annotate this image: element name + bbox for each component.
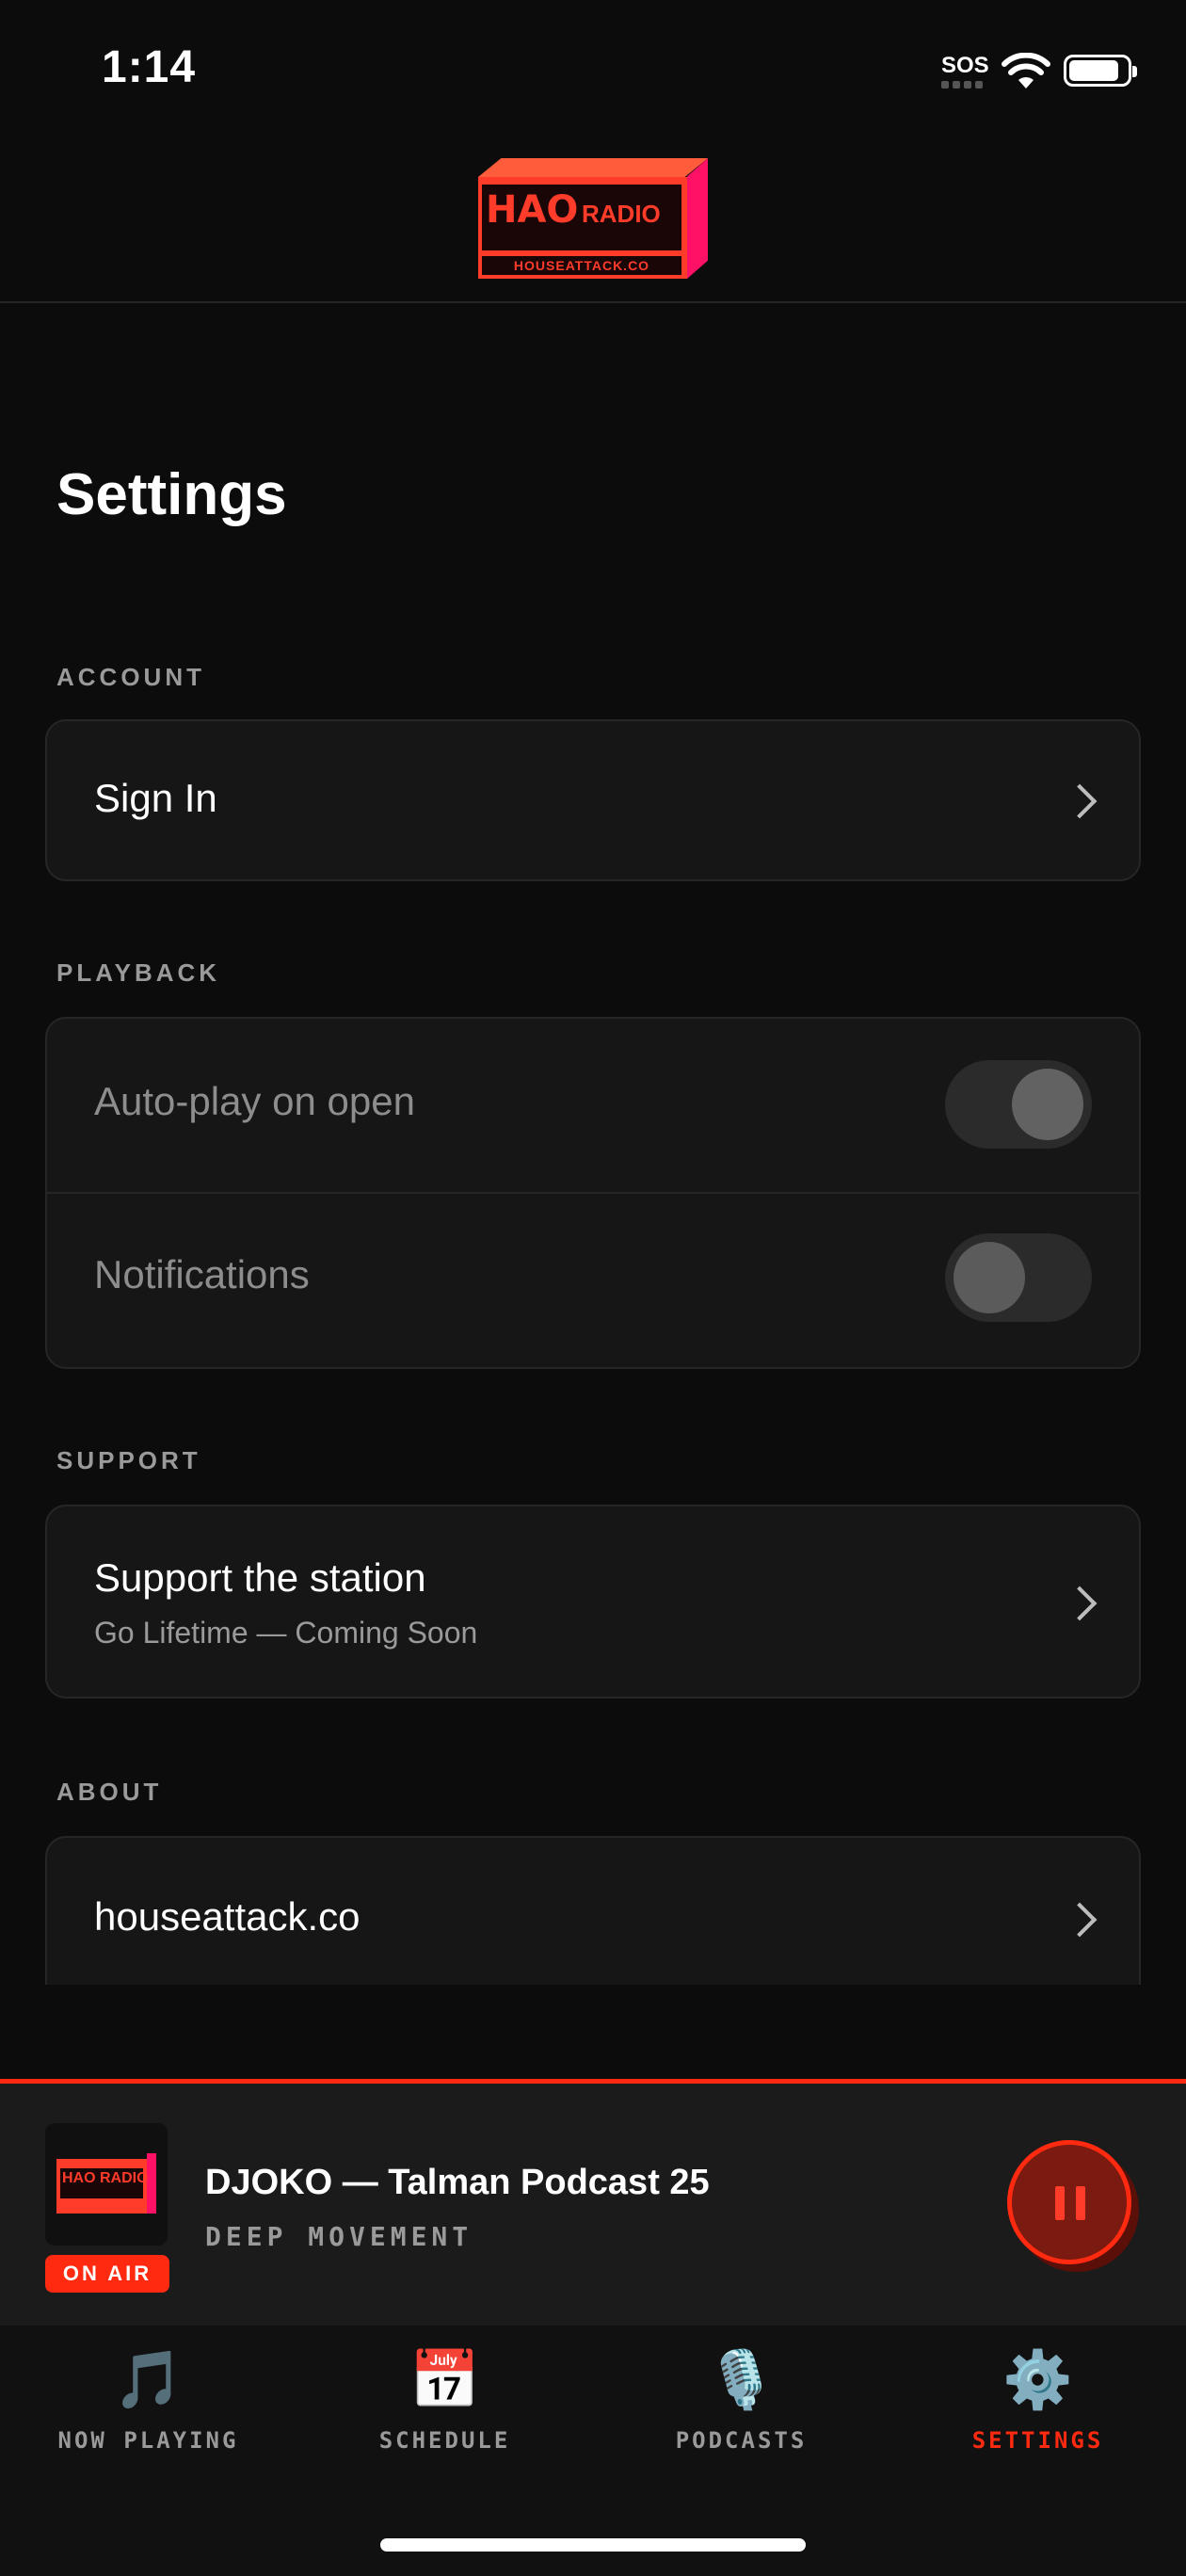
chevron-right-icon bbox=[1062, 1902, 1098, 1938]
website-row[interactable]: houseattack.co bbox=[47, 1838, 1139, 1985]
mini-player[interactable]: HAO RADIO ON AIR DJOKO — Talman Podcast … bbox=[0, 2079, 1186, 2326]
sos-indicator: SOS bbox=[941, 53, 989, 78]
playback-card: Auto-play on open Notifications bbox=[45, 1017, 1141, 1369]
support-title: Support the station bbox=[94, 1555, 426, 1600]
music-notes-icon: 🎵 bbox=[113, 2348, 184, 2411]
autoplay-row: Auto-play on open bbox=[47, 1019, 1139, 1192]
tab-label: SETTINGS bbox=[971, 2427, 1104, 2454]
artwork-logo-text: HAO RADIO bbox=[62, 2170, 149, 2186]
notifications-toggle[interactable] bbox=[945, 1233, 1092, 1322]
support-subtitle: Go Lifetime — Coming Soon bbox=[94, 1616, 478, 1650]
logo-radio-text: RADIO bbox=[582, 200, 661, 228]
tab-now-playing[interactable]: 🎵 NOW PLAYING bbox=[0, 2344, 296, 2486]
tab-schedule[interactable]: 📅 SCHEDULE bbox=[296, 2344, 593, 2486]
tab-settings[interactable]: ⚙️ SETTINGS bbox=[890, 2344, 1186, 2486]
on-air-badge: ON AIR bbox=[45, 2255, 169, 2293]
hao-radio-logo: HAO RADIO HOUSEATTACK.CO bbox=[478, 158, 708, 279]
chevron-right-icon bbox=[1062, 1586, 1098, 1621]
logo-sub-text: HOUSEATTACK.CO bbox=[482, 256, 681, 275]
chevron-right-icon bbox=[1062, 783, 1098, 819]
track-title: DJOKO — Talman Podcast 25 bbox=[205, 2163, 710, 2202]
wifi-icon bbox=[1002, 53, 1050, 89]
page-title: Settings bbox=[56, 462, 287, 527]
battery-icon bbox=[1064, 55, 1137, 87]
autoplay-label: Auto-play on open bbox=[94, 1079, 415, 1123]
pause-button[interactable] bbox=[1007, 2140, 1131, 2264]
logo-main-text: HAO bbox=[486, 188, 579, 232]
support-card: Support the station Go Lifetime — Coming… bbox=[45, 1505, 1141, 1699]
pause-icon bbox=[1055, 2186, 1065, 2220]
section-label-support: SUPPORT bbox=[56, 1446, 201, 1474]
autoplay-toggle[interactable] bbox=[945, 1060, 1092, 1149]
about-card: houseattack.co bbox=[45, 1836, 1141, 1985]
station-artwork: HAO RADIO bbox=[45, 2123, 168, 2246]
app-header: HAO RADIO HOUSEATTACK.CO bbox=[0, 141, 1186, 303]
status-bar: 1:14 SOS bbox=[0, 0, 1186, 141]
signal-dots-icon bbox=[941, 81, 983, 89]
home-indicator bbox=[380, 2538, 806, 2552]
sign-in-label: Sign In bbox=[94, 776, 217, 820]
tab-podcasts[interactable]: 🎙️ PODCASTS bbox=[593, 2344, 890, 2486]
gear-icon: ⚙️ bbox=[1002, 2348, 1073, 2411]
notifications-row: Notifications bbox=[47, 1192, 1139, 1367]
tab-label: PODCASTS bbox=[675, 2427, 808, 2454]
sign-in-row[interactable]: Sign In bbox=[47, 721, 1139, 879]
status-time: 1:14 bbox=[102, 42, 197, 92]
notifications-label: Notifications bbox=[94, 1252, 310, 1296]
section-label-account: ACCOUNT bbox=[56, 663, 205, 691]
section-label-about: ABOUT bbox=[56, 1778, 163, 1806]
support-station-row[interactable]: Support the station Go Lifetime — Coming… bbox=[47, 1506, 1139, 1697]
website-label: houseattack.co bbox=[94, 1894, 361, 1939]
tab-label: SCHEDULE bbox=[378, 2427, 511, 2454]
microphone-icon: 🎙️ bbox=[706, 2348, 777, 2411]
tab-label: NOW PLAYING bbox=[57, 2427, 239, 2454]
account-card: Sign In bbox=[45, 719, 1141, 881]
calendar-icon: 📅 bbox=[409, 2348, 480, 2411]
section-label-playback: PLAYBACK bbox=[56, 958, 221, 987]
track-artist: DEEP MOVEMENT bbox=[205, 2221, 473, 2252]
